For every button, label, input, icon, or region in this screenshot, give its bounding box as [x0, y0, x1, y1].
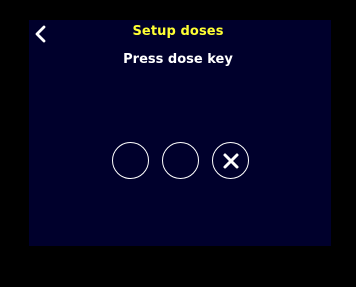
instruction-text: Press dose key [123, 52, 233, 67]
dose-slot-2[interactable] [162, 142, 199, 179]
device-frame: Setup doses Press dose key [0, 0, 356, 287]
close-icon [223, 153, 238, 168]
clear-dose-button[interactable] [212, 142, 249, 179]
dose-slot-1[interactable] [112, 142, 149, 179]
page-title: Setup doses [132, 24, 224, 39]
